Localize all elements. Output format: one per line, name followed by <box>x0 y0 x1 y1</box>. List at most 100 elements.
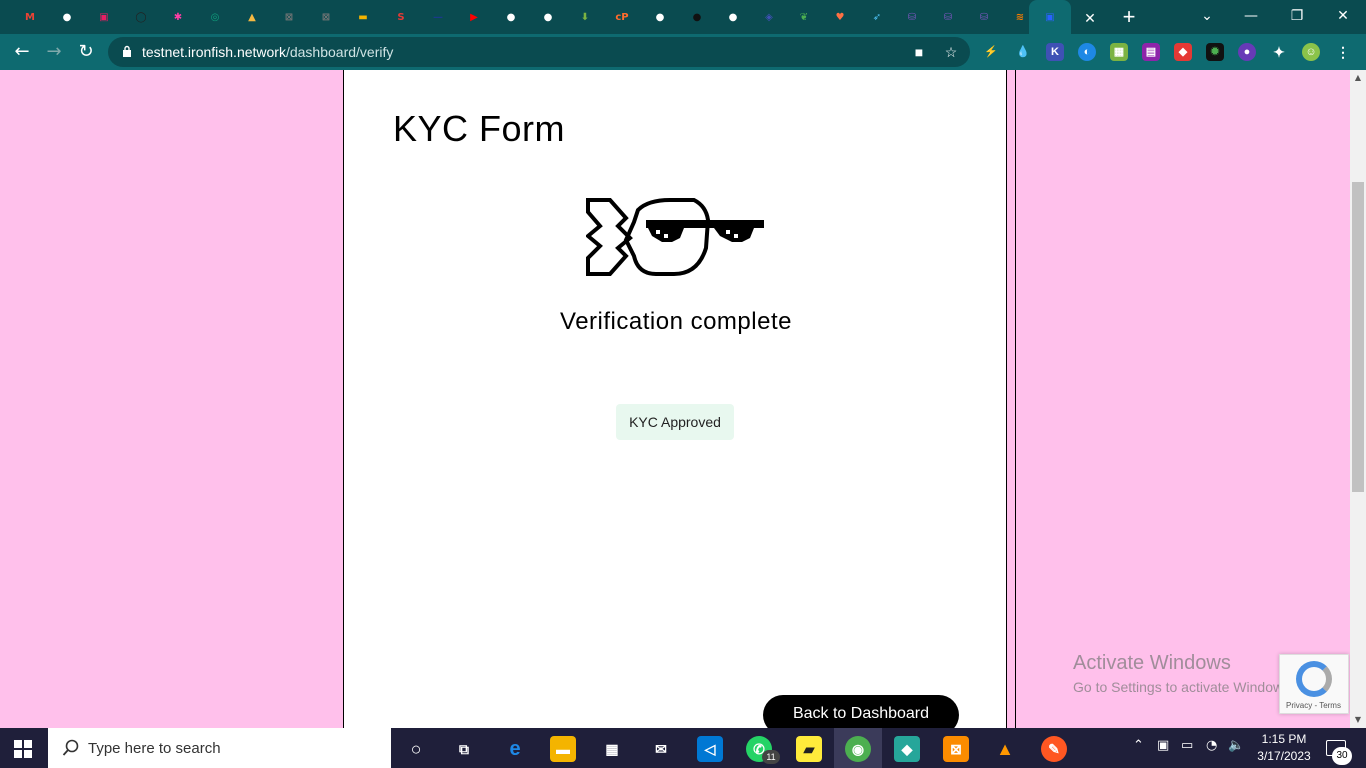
ironfish-icon: ⛁ <box>943 11 953 23</box>
extension-icon[interactable]: ● <box>1238 43 1256 61</box>
back-icon[interactable]: ← <box>10 40 34 64</box>
extension-icon[interactable]: 💧 <box>1014 43 1032 61</box>
tab[interactable]: ♥ <box>825 5 855 29</box>
tray-chevron-icon[interactable]: ⌃ <box>1133 738 1144 753</box>
tab[interactable]: ◎ <box>200 5 230 29</box>
avatar[interactable]: ☺ <box>1302 43 1320 61</box>
tab[interactable]: S <box>386 5 416 29</box>
reload-icon[interactable]: ↻ <box>74 40 98 64</box>
volume-icon[interactable]: 🔈 <box>1228 738 1244 753</box>
file-explorer-icon[interactable]: ▬ <box>550 736 576 762</box>
taskbar-search-box[interactable]: Type here to search <box>48 728 391 768</box>
extension-icon[interactable]: ✹ <box>1206 43 1224 61</box>
tab[interactable]: ● <box>645 5 675 29</box>
tab[interactable]: ● <box>52 5 82 29</box>
tab[interactable]: cP <box>607 5 637 29</box>
recaptcha-links[interactable]: Privacy - Terms <box>1286 701 1341 710</box>
edge-icon[interactable]: e <box>502 736 528 762</box>
tab[interactable]: ● <box>718 5 748 29</box>
close-tab-icon[interactable]: ✕ <box>1080 8 1100 28</box>
tab[interactable]: ◯ <box>126 5 156 29</box>
scroll-up-icon[interactable]: ▲ <box>1350 70 1366 86</box>
tab-search-icon[interactable]: ⌄ <box>1192 4 1222 28</box>
tab[interactable]: ⛁ <box>933 5 963 29</box>
scroll-down-icon[interactable]: ▼ <box>1350 712 1366 728</box>
mail-icon[interactable]: ✉ <box>648 736 674 762</box>
tab[interactable]: ⊠ <box>311 5 341 29</box>
ironfish-icon: ⛁ <box>979 11 989 23</box>
app-icon[interactable]: ✎ <box>1041 736 1067 762</box>
tab[interactable]: ⊠ <box>274 5 304 29</box>
tab[interactable]: ✱ <box>163 5 193 29</box>
vscode-icon[interactable]: ◁ <box>697 736 723 762</box>
starred-icon: ✱ <box>173 11 183 23</box>
url-text: testnet.ironfish.network/dashboard/verif… <box>142 44 394 60</box>
puzzle-icon[interactable]: ✦ <box>1270 43 1288 61</box>
wifi-icon[interactable]: ◔ <box>1206 738 1217 753</box>
stack-icon: ≋ <box>1015 11 1025 23</box>
battery-icon[interactable]: ▭ <box>1181 738 1193 753</box>
address-bar[interactable]: testnet.ironfish.network/dashboard/verif… <box>108 37 970 67</box>
tab[interactable]: ● <box>496 5 526 29</box>
status-badge: KYC Approved <box>616 404 734 440</box>
bookmark-star-icon[interactable]: ☆ <box>942 43 960 61</box>
tab[interactable]: ● <box>682 5 712 29</box>
ironfish-icon: ⛁ <box>907 11 917 23</box>
store-icon[interactable]: ▦ <box>599 736 625 762</box>
tab[interactable]: ⛁ <box>897 5 927 29</box>
clock[interactable]: 1:15 PM 3/17/2023 <box>1254 731 1314 765</box>
scrollbar[interactable]: ▲ ▼ <box>1350 70 1366 728</box>
chatgpt-icon: ◎ <box>210 11 220 23</box>
tab[interactable]: ◈ <box>754 5 784 29</box>
sticky-notes-icon[interactable]: ▰ <box>796 736 822 762</box>
verification-status: Verification complete <box>560 308 792 335</box>
tab[interactable]: ▣ <box>89 5 119 29</box>
tab[interactable]: ● <box>533 5 563 29</box>
recaptcha-badge[interactable]: Privacy - Terms <box>1279 654 1349 714</box>
tab-strip: M ● ▣ ◯ ✱ ◎ ▲ ⊠ ⊠ ▬ S — ▶ ● ● ⬇ cP ● ● ● ◈ ❦ ♥ ➶ ⛁ ⛁ ⛁ ≋ ▣ ✕ + ⌄ — ❐… <box>0 0 1366 34</box>
task-view-icon[interactable]: ⧉ <box>451 736 477 762</box>
scroll-thumb[interactable] <box>1352 182 1364 492</box>
tab[interactable]: ▣ <box>1029 0 1071 34</box>
sail-icon: ▲ <box>248 11 256 23</box>
tab[interactable]: ➶ <box>862 5 892 29</box>
github-icon: ◯ <box>135 11 147 23</box>
tab[interactable]: ▬ <box>348 5 378 29</box>
tab[interactable]: ▶ <box>459 5 489 29</box>
extension-icon[interactable]: ◆ <box>1174 43 1192 61</box>
tab[interactable]: ⛁ <box>969 5 999 29</box>
new-tab-button[interactable]: + <box>1118 6 1140 28</box>
app-icon[interactable]: ◆ <box>894 736 920 762</box>
extension-icon[interactable]: K <box>1046 43 1064 61</box>
kyc-card: KYC Form Verification complete KYC Appro… <box>343 70 1007 728</box>
cortana-icon[interactable]: ○ <box>403 736 429 762</box>
search-placeholder: Type here to search <box>88 740 221 757</box>
tab[interactable]: ⬇ <box>570 5 600 29</box>
tab[interactable]: ❦ <box>789 5 819 29</box>
minimize-button[interactable]: — <box>1236 4 1266 28</box>
extension-icon[interactable]: ▤ <box>1142 43 1160 61</box>
extension-icon[interactable]: ▦ <box>1110 43 1128 61</box>
windows-start-icon[interactable] <box>14 740 32 758</box>
vlc-icon[interactable]: ▲ <box>992 736 1018 762</box>
tab[interactable]: ▲ <box>237 5 267 29</box>
lock-icon <box>123 45 131 57</box>
app-icon: ▣ <box>99 11 109 23</box>
back-to-dashboard-button[interactable]: Back to Dashboard <box>763 695 959 728</box>
whatsapp-badge: 11 <box>762 750 780 764</box>
extension-icon[interactable]: ⚡ <box>982 43 1000 61</box>
restore-button[interactable]: ❐ <box>1282 4 1312 28</box>
close-window-button[interactable]: ✕ <box>1328 4 1358 28</box>
extension-icon[interactable]: ◐ <box>1078 43 1096 61</box>
crossed-icon: ⊠ <box>321 11 331 23</box>
globe-icon: ● <box>62 11 72 23</box>
activate-windows-watermark: Activate Windows Go to Settings to activ… <box>1073 652 1294 695</box>
xampp-icon[interactable]: ⊠ <box>943 736 969 762</box>
tab[interactable]: M <box>15 5 45 29</box>
menu-dots-icon[interactable]: ⋮ <box>1334 43 1352 61</box>
forward-icon[interactable]: → <box>42 40 66 64</box>
tray-app-icon[interactable]: ▣ <box>1157 738 1169 753</box>
camera-blocked-icon[interactable]: ■ <box>910 43 928 61</box>
chrome-icon[interactable]: ◉ <box>845 736 871 762</box>
tab[interactable]: — <box>423 5 453 29</box>
